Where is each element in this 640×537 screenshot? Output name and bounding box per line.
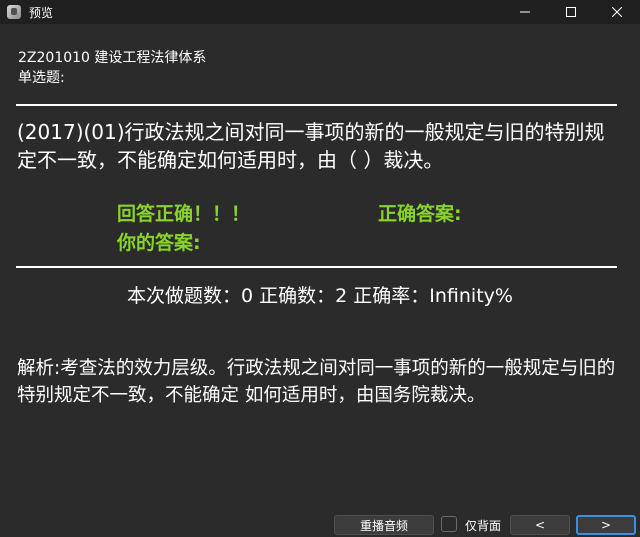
analysis-text: 解析:考查法的效力层级。行政法规之间对同一事项的新的一般规定与旧的特别规定不一致… xyxy=(17,358,616,406)
session-stats: 本次做题数：0 正确数：2 正确率：Infinity% xyxy=(127,285,513,307)
your-answer-label: 你的答案: xyxy=(117,232,201,254)
bottom-toolbar: 重播音频 仅背面 < > xyxy=(0,512,640,537)
minimize-button[interactable] xyxy=(502,0,548,24)
correct-answer-label: 正确答案: xyxy=(378,203,462,225)
subject-title: 2Z201010 建设工程法律体系 xyxy=(18,50,207,66)
prev-button[interactable]: < xyxy=(510,515,570,535)
title-bar: 预览 xyxy=(0,0,640,24)
app-icon xyxy=(7,5,21,19)
replay-audio-button[interactable]: 重播音频 xyxy=(334,515,434,535)
close-icon xyxy=(612,7,622,17)
minimize-icon xyxy=(520,11,530,13)
close-button[interactable] xyxy=(594,0,640,24)
window-controls xyxy=(502,0,640,24)
maximize-icon xyxy=(566,7,576,17)
back-only-checkbox[interactable] xyxy=(441,516,457,532)
card-header: 2Z201010 建设工程法律体系 单选题: xyxy=(18,48,206,88)
maximize-button[interactable] xyxy=(548,0,594,24)
question-type: 单选题: xyxy=(18,70,65,86)
next-button[interactable]: > xyxy=(576,515,636,535)
back-only-label: 仅背面 xyxy=(465,519,502,533)
divider-top xyxy=(16,104,617,106)
question-text: (2017)(01)行政法规之间对同一事项的新的一般规定与旧的特别规定不一致，不… xyxy=(17,120,605,172)
divider-middle xyxy=(16,266,617,268)
result-status: 回答正确！！！ xyxy=(117,203,251,225)
window-title: 预览 xyxy=(29,5,54,20)
